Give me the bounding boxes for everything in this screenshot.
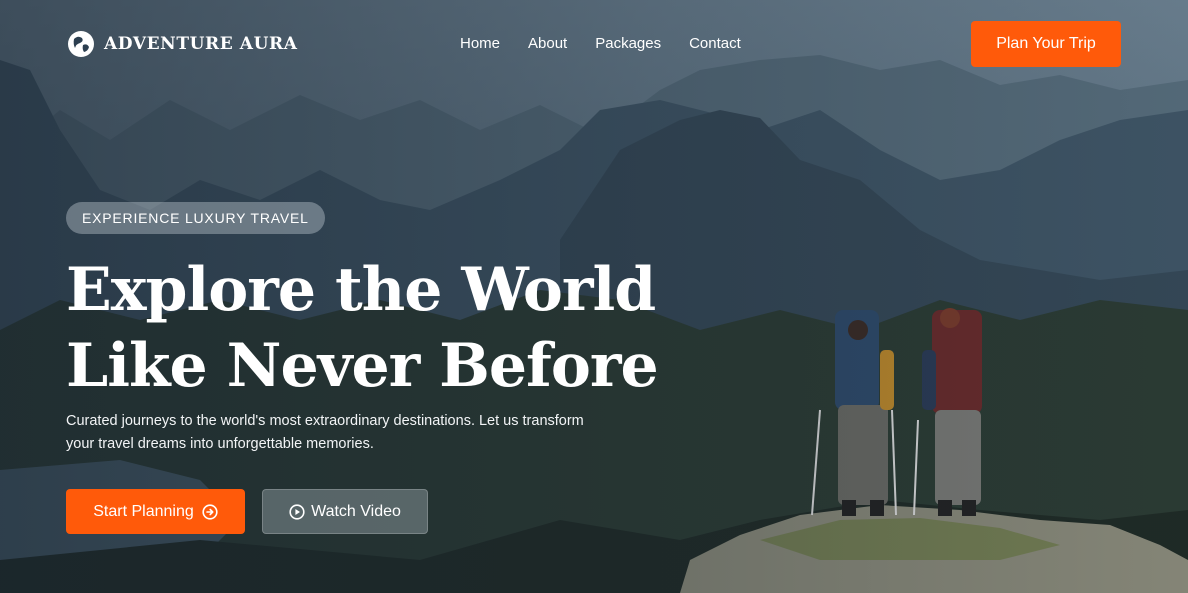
nav-link-contact[interactable]: Contact (689, 35, 741, 52)
start-planning-label: Start Planning (93, 502, 194, 520)
watch-video-label: Watch Video (311, 502, 401, 520)
brand-name: ADVENTURE AURA (104, 34, 298, 54)
watch-video-button[interactable]: Watch Video (262, 489, 428, 534)
headline-line-2: Like Never Before (66, 331, 659, 401)
hero-badge: EXPERIENCE LUXURY TRAVEL (66, 202, 325, 234)
play-circle-icon (289, 503, 305, 520)
nav-link-home[interactable]: Home (460, 35, 500, 52)
nav-link-packages[interactable]: Packages (595, 35, 661, 52)
nav-link-about[interactable]: About (528, 35, 567, 52)
hero-headline: Explore the World Like Never Before (66, 252, 659, 404)
arrow-right-circle-icon (202, 503, 218, 520)
start-planning-button[interactable]: Start Planning (66, 489, 245, 534)
headline-line-1: Explore the World (66, 255, 656, 325)
hero-subtext: Curated journeys to the world's most ext… (66, 413, 584, 452)
plan-your-trip-button[interactable]: Plan Your Trip (971, 21, 1121, 67)
brand-logo[interactable]: ADVENTURE AURA (66, 29, 298, 59)
globe-leaf-icon (68, 31, 94, 57)
hero-section: ADVENTURE AURA Home About Packages Conta… (0, 0, 1188, 593)
nav-links: Home About Packages Contact (460, 35, 741, 52)
top-navigation: ADVENTURE AURA Home About Packages Conta… (0, 0, 1188, 88)
